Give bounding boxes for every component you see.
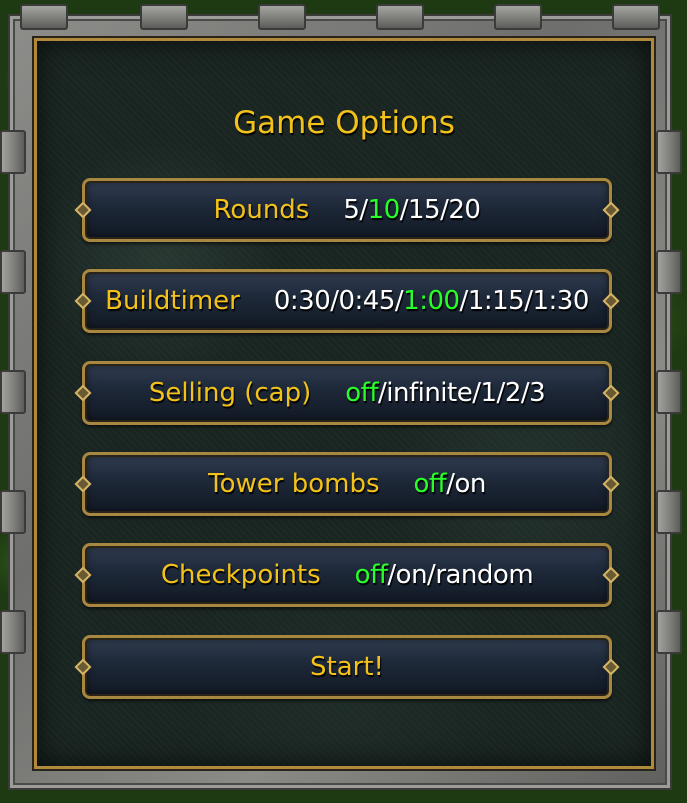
value-separator: / (394, 286, 404, 316)
option-value-selected: 10 (367, 195, 401, 225)
option-values: 0:30/0:45/1:00/1:15/1:30 (273, 286, 590, 316)
dialog-title: Game Options (233, 105, 455, 141)
option-value: 3 (529, 378, 546, 408)
rounds-option-button[interactable]: Rounds 5/10/15/20 (82, 178, 612, 242)
value-separator: / (496, 378, 506, 408)
checkpoints-option-button[interactable]: Checkpoints off/on/random (82, 543, 612, 607)
option-label: Buildtimer (105, 286, 240, 316)
option-value: 1:30 (532, 286, 589, 316)
option-value-selected: off (345, 378, 378, 408)
frame-merlon (0, 370, 26, 414)
option-value: 15 (408, 195, 441, 225)
value-separator: / (387, 560, 396, 590)
option-label: Selling (cap) (148, 378, 312, 408)
value-separator: / (330, 286, 339, 316)
buildtimer-option-button[interactable]: Buildtimer 0:30/0:45/1:00/1:15/1:30 (82, 269, 612, 333)
frame-merlon (656, 250, 682, 294)
option-value-selected: off (354, 560, 388, 590)
option-value: 0:45 (338, 286, 396, 316)
value-separator: / (472, 378, 481, 408)
option-label: Rounds (213, 195, 310, 225)
option-values: off/on/random (354, 560, 534, 590)
frame-merlon (140, 4, 188, 30)
frame-merlon (0, 610, 26, 654)
option-value-selected: off (413, 469, 447, 499)
frame-merlon (612, 4, 660, 30)
option-value: infinite (386, 378, 473, 408)
game-options-panel: Game Options Rounds 5/10/15/20 Buildtime… (32, 36, 656, 771)
selling-cap-option-button[interactable]: Selling (cap) off/infinite/1/2/3 (82, 361, 612, 425)
option-value: random (435, 560, 534, 590)
frame-merlon (0, 490, 26, 534)
option-value: 1:15 (467, 286, 525, 316)
value-separator: / (359, 195, 368, 225)
frame-merlon (20, 4, 68, 30)
option-label: Checkpoints (160, 560, 321, 590)
frame-merlon (258, 4, 306, 30)
frame-merlon (656, 610, 682, 654)
tower-bombs-option-button[interactable]: Tower bombs off/on (82, 452, 612, 516)
frame-merlon (656, 370, 682, 414)
frame-merlon (494, 4, 542, 30)
value-separator: / (459, 286, 469, 316)
value-separator: / (399, 195, 409, 225)
option-value: 2 (504, 378, 522, 408)
option-values: off/on (413, 469, 487, 499)
frame-merlon (0, 250, 26, 294)
frame-merlon (376, 4, 424, 30)
option-value: 1 (480, 378, 498, 408)
option-value: 20 (448, 195, 481, 225)
option-value: on (454, 469, 486, 499)
start-button-label: Start! (310, 652, 384, 682)
option-label: Tower bombs (208, 469, 380, 499)
option-values: 5/10/15/20 (343, 195, 481, 225)
option-value: on (395, 560, 428, 590)
frame-merlon (0, 130, 26, 174)
option-value: 5 (343, 195, 360, 225)
option-value-selected: 1:00 (403, 286, 460, 316)
value-separator: / (520, 378, 530, 408)
option-values: off/infinite/1/2/3 (345, 378, 545, 408)
frame-merlon (656, 490, 682, 534)
start-button[interactable]: Start! (82, 635, 612, 699)
value-separator: / (377, 378, 387, 408)
frame-merlon (656, 130, 682, 174)
option-value: 0:30 (273, 286, 331, 316)
